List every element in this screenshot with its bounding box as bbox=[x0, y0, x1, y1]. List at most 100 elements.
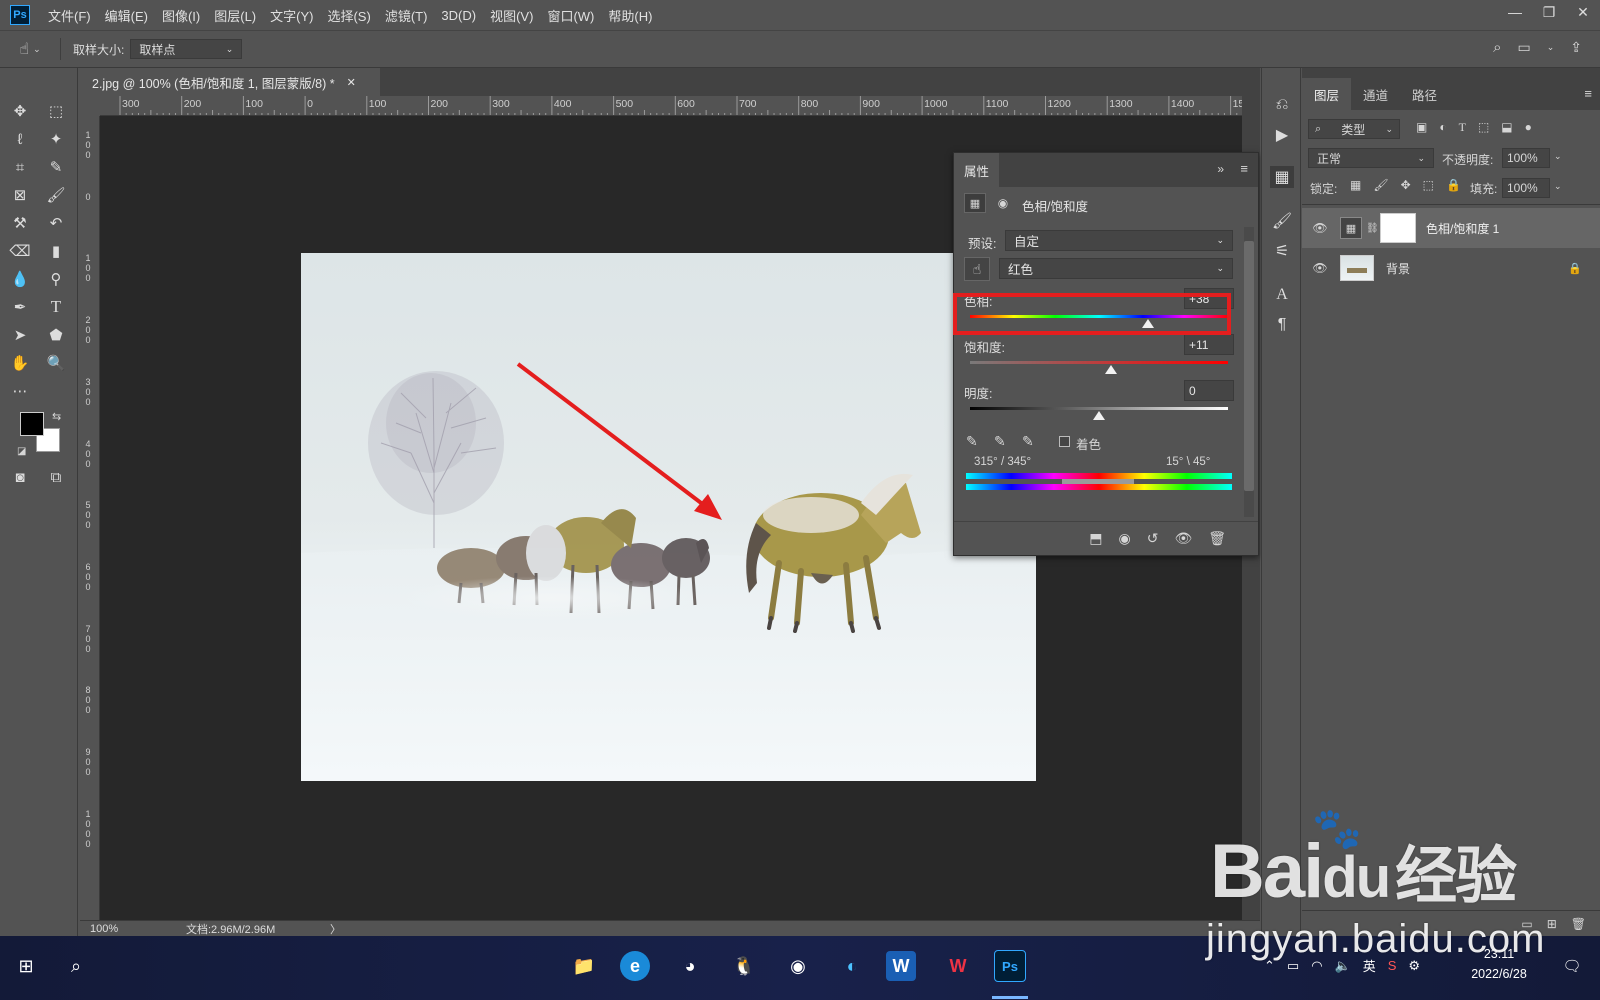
menu-filter[interactable]: 滤镜(T) bbox=[385, 6, 428, 25]
dodge-tool-icon[interactable]: ⚲ bbox=[42, 266, 70, 292]
lock-pixels-icon[interactable]: 🖌 bbox=[1373, 178, 1388, 192]
adjustment-icon[interactable]: ▦ bbox=[964, 193, 986, 213]
shape-tool-icon[interactable]: ⬟ bbox=[42, 322, 70, 348]
lightness-input[interactable]: 0 bbox=[1184, 380, 1234, 401]
document-image[interactable] bbox=[301, 253, 1036, 781]
tool-preset-picker[interactable]: ☝ ⌄ bbox=[0, 39, 60, 59]
move-tool-icon[interactable]: ✥ bbox=[6, 98, 34, 124]
marquee-tool-icon[interactable]: ⬚ bbox=[42, 98, 70, 124]
lightness-slider-thumb[interactable] bbox=[1093, 411, 1105, 420]
layer-row[interactable]: 👁 ▦ ⛓ 色相/饱和度 1 bbox=[1302, 208, 1600, 248]
layer-name[interactable]: 背景 bbox=[1386, 260, 1410, 277]
eraser-tool-icon[interactable]: ⌫ bbox=[6, 238, 34, 264]
gradient-tool-icon[interactable]: ▮ bbox=[42, 238, 70, 264]
eyedropper-icon[interactable]: ✎ bbox=[966, 433, 978, 450]
type-tool-icon[interactable]: T bbox=[42, 294, 70, 320]
layer-name[interactable]: 色相/饱和度 1 bbox=[1426, 220, 1499, 237]
clip-to-layer-icon[interactable]: ⬒ bbox=[1089, 530, 1102, 547]
swap-colors-icon[interactable]: ⇆ bbox=[52, 410, 61, 423]
blur-tool-icon[interactable]: 💧 bbox=[6, 266, 34, 292]
foreground-color-swatch[interactable] bbox=[20, 412, 44, 436]
layer-thumbnail[interactable] bbox=[1340, 255, 1374, 281]
actions-panel-icon[interactable]: ▶ bbox=[1270, 124, 1294, 146]
edge-icon[interactable]: ◐ bbox=[834, 948, 870, 984]
close-tab-icon[interactable]: ✕ bbox=[347, 76, 356, 89]
lock-artboard-icon[interactable]: ⬚ bbox=[1423, 178, 1434, 192]
paragraph-panel-icon[interactable]: ¶ bbox=[1270, 314, 1294, 336]
lock-transparent-icon[interactable]: ▦ bbox=[1350, 178, 1361, 192]
link-icon[interactable]: ⛓ bbox=[1366, 223, 1379, 234]
menu-view[interactable]: 视图(V) bbox=[490, 6, 533, 25]
visibility-eye-icon[interactable]: 👁 bbox=[1302, 261, 1338, 275]
photoshop-taskbar-icon[interactable]: Ps bbox=[994, 950, 1026, 982]
menu-3d[interactable]: 3D(D) bbox=[441, 8, 476, 23]
status-menu-icon[interactable]: 〉 bbox=[330, 921, 341, 937]
edge-legacy-icon[interactable]: e bbox=[620, 951, 650, 981]
menu-help[interactable]: 帮助(H) bbox=[608, 6, 652, 25]
healing-brush-tool-icon[interactable]: ⊠ bbox=[6, 182, 34, 208]
share-icon[interactable]: ⇪ bbox=[1570, 39, 1582, 56]
zoom-level[interactable]: 100% bbox=[90, 923, 170, 935]
eyedropper-tool-icon[interactable]: ✎ bbox=[42, 154, 70, 180]
properties-tab[interactable]: 属性 bbox=[954, 153, 1000, 187]
eyedropper-plus-icon[interactable]: ✎ bbox=[994, 433, 1006, 450]
chrome-icon[interactable]: ◉ bbox=[780, 948, 816, 984]
path-selection-tool-icon[interactable]: ➤ bbox=[6, 322, 34, 348]
lasso-tool-icon[interactable]: ℓ bbox=[6, 126, 34, 152]
collapse-panel-icon[interactable]: » bbox=[1217, 162, 1224, 176]
close-window-button[interactable]: ✕ bbox=[1566, 0, 1600, 24]
fill-input[interactable]: 100% bbox=[1502, 178, 1550, 198]
screen-mode-icon[interactable]: ⧉ bbox=[42, 464, 70, 490]
saturation-slider[interactable] bbox=[970, 361, 1228, 364]
preset-select[interactable]: 自定 ⌄ bbox=[1005, 230, 1233, 251]
properties-panel-icon[interactable]: ▦ bbox=[1270, 166, 1294, 188]
document-tab[interactable]: 2.jpg @ 100% (色相/饱和度 1, 图层蒙版/8) * ✕ bbox=[80, 68, 380, 96]
visibility-eye-icon[interactable]: 👁 bbox=[1302, 221, 1338, 235]
qq-icon[interactable]: 🐧 bbox=[726, 948, 762, 984]
panel-menu-icon[interactable]: ≡ bbox=[1584, 86, 1592, 101]
word-icon[interactable]: W bbox=[886, 951, 916, 981]
channel-select[interactable]: 红色 ⌄ bbox=[999, 258, 1233, 279]
file-explorer-icon[interactable]: 📁 bbox=[566, 948, 602, 984]
brush-panel-icon[interactable]: 🖌 bbox=[1270, 210, 1294, 232]
smart-object-filter-icon[interactable]: ⬓ bbox=[1501, 120, 1512, 135]
history-panel-icon[interactable]: ⎌ bbox=[1270, 94, 1294, 116]
hand-tool-icon[interactable]: ✋ bbox=[6, 350, 34, 376]
sample-size-select[interactable]: 取样点 ⌄ bbox=[130, 39, 243, 59]
pen-tool-icon[interactable]: ✒ bbox=[6, 294, 34, 320]
chevron-down-icon[interactable]: ⌄ bbox=[1554, 181, 1562, 192]
quick-mask-icon[interactable]: ◙ bbox=[6, 464, 34, 490]
tab-paths[interactable]: 路径 bbox=[1400, 78, 1449, 110]
layer-row[interactable]: 👁 背景 🔒 bbox=[1302, 248, 1600, 288]
restore-button[interactable]: ❐ bbox=[1532, 0, 1566, 24]
menu-type[interactable]: 文字(Y) bbox=[270, 6, 313, 25]
visibility-icon[interactable]: 👁 bbox=[1174, 530, 1192, 547]
search-icon[interactable]: ⌕ bbox=[1493, 39, 1501, 56]
brush-tool-icon[interactable]: 🖌 bbox=[42, 182, 70, 208]
properties-scrollbar[interactable] bbox=[1244, 227, 1254, 517]
menu-window[interactable]: 窗口(W) bbox=[547, 6, 594, 25]
minimize-button[interactable]: — bbox=[1498, 0, 1532, 24]
workspace-icon[interactable]: ▭ bbox=[1517, 39, 1530, 56]
eyedropper-minus-icon[interactable]: ✎ bbox=[1022, 433, 1034, 450]
adjustment-filter-icon[interactable]: ◐ bbox=[1439, 120, 1446, 135]
default-colors-icon[interactable]: ◪ bbox=[17, 446, 26, 457]
chevron-down-icon[interactable]: ⌄ bbox=[1554, 151, 1562, 162]
character-panel-icon[interactable]: A bbox=[1270, 284, 1294, 306]
menu-layer[interactable]: 图层(L) bbox=[214, 6, 256, 25]
filter-toggle-icon[interactable]: ● bbox=[1525, 120, 1532, 135]
panel-menu-icon[interactable]: ≡ bbox=[1240, 161, 1248, 176]
zoom-tool-icon[interactable]: 🔍 bbox=[42, 350, 70, 376]
colorize-checkbox[interactable] bbox=[1059, 436, 1070, 447]
windows-start-icon[interactable]: ⊞ bbox=[8, 948, 44, 984]
tab-layers[interactable]: 图层 bbox=[1302, 78, 1352, 110]
wps-icon[interactable]: W bbox=[940, 948, 976, 984]
magic-wand-tool-icon[interactable]: ✦ bbox=[42, 126, 70, 152]
qq-browser-icon[interactable]: ◕ bbox=[672, 948, 708, 984]
menu-edit[interactable]: 编辑(E) bbox=[105, 6, 148, 25]
view-previous-icon[interactable]: ◉ bbox=[1118, 530, 1130, 547]
targeted-adjustment-tool-icon[interactable]: ☝ bbox=[964, 257, 990, 281]
lightness-slider[interactable] bbox=[970, 407, 1228, 410]
pixel-filter-icon[interactable]: ▣ bbox=[1416, 120, 1427, 135]
opacity-input[interactable]: 100% bbox=[1502, 148, 1550, 168]
